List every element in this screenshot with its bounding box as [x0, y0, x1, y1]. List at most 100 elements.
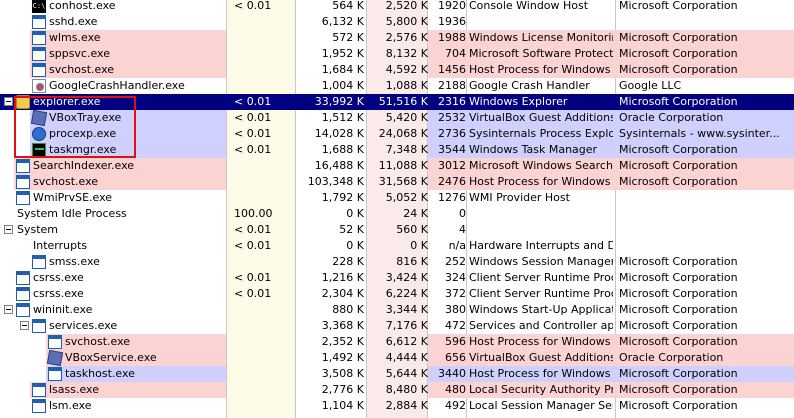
- process-working-set: 1,088 K: [385, 79, 428, 92]
- process-row[interactable]: taskhost.exe 3,508 K 5,644 K 3440 Host Proce…: [0, 366, 794, 382]
- process-cpu: [234, 382, 294, 398]
- process-name: System: [17, 223, 59, 236]
- process-company: Microsoft Corporation: [619, 95, 738, 108]
- process-private-bytes: 0 K: [346, 207, 364, 220]
- process-description: Host Process for Windows S...: [469, 335, 613, 348]
- process-description: Windows License Monitoring...: [469, 31, 613, 44]
- process-description: VirtualBox Guest Additions S...: [469, 351, 613, 364]
- process-company: Microsoft Corporation: [619, 175, 738, 188]
- process-row[interactable]: GoogleCrashHandler.exe 1,004 K 1,088 K 2188…: [0, 78, 794, 94]
- process-company: Microsoft Corporation: [619, 383, 738, 396]
- process-pid: 472: [445, 319, 466, 332]
- tree-collapse-icon[interactable]: [4, 97, 13, 106]
- process-row[interactable]: lsm.exe 1,104 K 2,884 K 492 Local Session Ma…: [0, 398, 794, 414]
- process-row[interactable]: System < 0.01 52 K 560 K 4: [0, 222, 794, 238]
- process-private-bytes: 2,352 K: [321, 335, 364, 348]
- process-pid: 4: [459, 223, 466, 236]
- process-name: svchost.exe: [65, 335, 131, 348]
- process-private-bytes: 1,952 K: [321, 47, 364, 60]
- application-icon: [16, 303, 30, 317]
- process-row[interactable]: svchost.exe 103,348 K 31,568 K 2476 Host Pro…: [0, 174, 794, 190]
- process-description: Hardware Interrupts and DPCs: [469, 239, 613, 252]
- application-icon: [32, 31, 46, 45]
- process-private-bytes: 14,028 K: [314, 127, 364, 140]
- process-cpu: [234, 62, 294, 78]
- process-pid: 492: [445, 399, 466, 412]
- application-icon: [48, 367, 62, 381]
- process-company: [619, 190, 794, 206]
- process-working-set: 560 K: [396, 223, 428, 236]
- process-row[interactable]: SearchIndexer.exe 16,488 K 11,088 K 3012 Mic…: [0, 158, 794, 174]
- process-company: Microsoft Corporation: [619, 63, 738, 76]
- process-private-bytes: 16,488 K: [314, 159, 364, 172]
- process-row[interactable]: WmiPrvSE.exe 1,792 K 5,052 K 1276 WMI Provid…: [0, 190, 794, 206]
- process-row[interactable]: lsass.exe 2,776 K 8,480 K 480 Local Security…: [0, 382, 794, 398]
- annotation-highlight-box: [14, 96, 136, 158]
- process-cpu: < 0.01: [234, 223, 272, 236]
- process-company: [619, 222, 794, 238]
- process-row[interactable]: svchost.exe 1,684 K 4,592 K 1456 Host Proces…: [0, 62, 794, 78]
- process-pid: 2316: [438, 95, 466, 108]
- process-private-bytes: 1,104 K: [321, 399, 364, 412]
- process-working-set: 8,480 K: [385, 383, 428, 396]
- process-pid: 1456: [438, 63, 466, 76]
- process-company: Microsoft Corporation: [619, 399, 738, 412]
- process-pid: n/a: [448, 239, 466, 252]
- process-pid: 3012: [438, 159, 466, 172]
- tree-collapse-icon[interactable]: [4, 305, 13, 314]
- process-company: Google LLC: [619, 79, 682, 92]
- process-name: VBoxService.exe: [65, 351, 157, 364]
- process-pid: 1920: [438, 0, 466, 12]
- process-cpu: < 0.01: [234, 95, 272, 108]
- process-pid: 372: [445, 287, 466, 300]
- process-cpu: [234, 78, 294, 94]
- process-cpu: 100.00: [234, 207, 273, 220]
- application-icon: [16, 191, 30, 205]
- process-row[interactable]: VBoxService.exe 1,492 K 4,444 K 656 VirtualB…: [0, 349, 794, 367]
- process-row[interactable]: sppsvc.exe 1,952 K 8,132 K 704 Microsoft Sof…: [0, 46, 794, 62]
- process-pid: 324: [445, 271, 466, 284]
- process-row[interactable]: wlms.exe 572 K 2,576 K 1988 Windows License …: [0, 30, 794, 46]
- process-description: Windows Session Manager: [469, 255, 613, 268]
- process-working-set: 3,344 K: [385, 303, 428, 316]
- process-row[interactable]: C:\ conhost.exe < 0.01 564 K 2,520 K 1920 Cons…: [0, 0, 794, 14]
- process-cpu: < 0.01: [234, 271, 272, 284]
- process-cpu: < 0.01: [234, 143, 272, 156]
- process-cpu: [234, 302, 294, 318]
- process-row[interactable]: sshd.exe 6,132 K 5,800 K 1936: [0, 14, 794, 30]
- process-cpu: [234, 158, 294, 174]
- process-cpu: [234, 318, 294, 334]
- process-description: [469, 222, 613, 238]
- process-row[interactable]: csrss.exe < 0.01 2,304 K 6,224 K 372 Client S…: [0, 286, 794, 302]
- tree-collapse-icon[interactable]: [20, 321, 29, 330]
- process-cpu: < 0.01: [234, 0, 272, 12]
- process-name: System Idle Process: [17, 207, 127, 220]
- process-row[interactable]: svchost.exe 2,352 K 6,612 K 596 Host Process…: [0, 334, 794, 350]
- tree-collapse-icon[interactable]: [4, 225, 13, 234]
- process-row[interactable]: System Idle Process 100.00 0 K 24 K 0: [0, 206, 794, 222]
- process-working-set: 2,576 K: [385, 31, 428, 44]
- process-row[interactable]: csrss.exe < 0.01 1,216 K 3,424 K 324 Client S…: [0, 270, 794, 286]
- process-cpu: [234, 366, 294, 382]
- process-name: lsm.exe: [49, 399, 92, 412]
- process-working-set: 51,516 K: [378, 95, 428, 108]
- process-pid: 2476: [438, 175, 466, 188]
- process-working-set: 31,568 K: [378, 175, 428, 188]
- process-private-bytes: 564 K: [332, 0, 364, 12]
- process-row[interactable]: Interrupts < 0.01 0 K 0 K n/a Hardware Interr…: [0, 238, 794, 254]
- process-description: Windows Start-Up Application: [469, 303, 613, 316]
- process-private-bytes: 2,304 K: [321, 287, 364, 300]
- process-row[interactable]: smss.exe 228 K 816 K 252 Windows Session Man…: [0, 254, 794, 270]
- process-pid: 1936: [438, 15, 466, 28]
- process-row[interactable]: services.exe 3,368 K 7,176 K 472 Services an…: [0, 318, 794, 334]
- process-description: Client Server Runtime Process: [469, 271, 613, 284]
- process-private-bytes: 572 K: [332, 31, 364, 44]
- process-row[interactable]: wininit.exe 880 K 3,344 K 380 Windows Start-…: [0, 302, 794, 318]
- process-company: Microsoft Corporation: [619, 335, 738, 348]
- google-icon: [32, 79, 46, 93]
- process-pid: 252: [445, 255, 466, 268]
- process-private-bytes: 52 K: [339, 223, 364, 236]
- process-working-set: 2,884 K: [385, 399, 428, 412]
- process-pid: 2736: [438, 127, 466, 140]
- process-description: Google Crash Handler: [469, 79, 590, 92]
